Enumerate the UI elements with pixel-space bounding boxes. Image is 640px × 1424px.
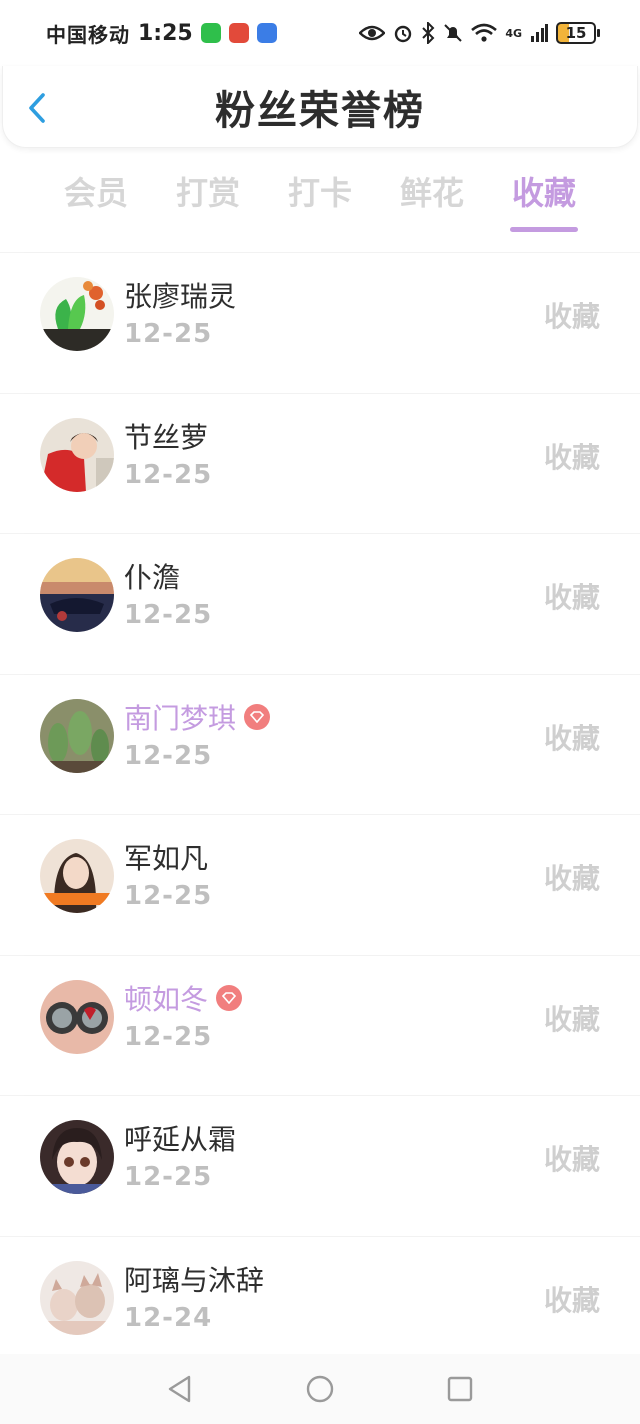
list-item[interactable]: 节丝萝 12-25 收藏 — [0, 392, 640, 534]
nav-home-button[interactable] — [305, 1374, 335, 1404]
circle-home-icon — [306, 1375, 334, 1403]
status-bar: 中国移动 1:25 4G 15 — [0, 0, 640, 66]
fan-name: 呼延从霜 — [124, 1118, 236, 1158]
diamond-icon — [222, 991, 237, 1004]
fan-name: 军如凡 — [124, 837, 208, 877]
fan-date: 12-25 — [124, 740, 213, 771]
fan-name: 仆澹 — [124, 556, 180, 596]
action-label: 收藏 — [543, 721, 600, 755]
avatar[interactable] — [40, 417, 114, 492]
fan-date: 12-24 — [124, 1302, 213, 1333]
fan-name-text: 呼延从霜 — [124, 1123, 237, 1156]
action-label: 收藏 — [543, 300, 600, 333]
tab-checkin[interactable]: 打卡 — [264, 168, 376, 234]
list-item[interactable]: 张廖瑞灵 12-25 收藏 — [0, 252, 640, 393]
system-nav-bar — [0, 1354, 640, 1424]
back-arrow-icon[interactable] — [25, 92, 49, 124]
mute-icon — [444, 24, 463, 42]
status-left: 中国移动 1:25 — [46, 19, 277, 48]
nav-back-button[interactable] — [165, 1374, 195, 1404]
wifi-icon — [471, 23, 498, 42]
fan-name-text: 仆澹 — [124, 561, 181, 594]
fan-list: 张廖瑞灵 12-25 收藏 节丝萝 12-25 收藏 仆澹 12-25 收藏 南… — [0, 252, 640, 1376]
avatar[interactable] — [40, 839, 114, 913]
fan-date: 12-25 — [124, 459, 213, 490]
list-item[interactable]: 呼延从霜 12-25 收藏 — [0, 1095, 640, 1236]
action-label: 收藏 — [543, 440, 600, 474]
page-header: 粉丝荣誉榜 — [2, 66, 638, 148]
fan-name: 张廖瑞灵 — [124, 275, 236, 315]
action-label: 收藏 — [543, 581, 600, 614]
battery-indicator: 15 — [556, 22, 600, 44]
fan-date: 12-25 — [124, 1021, 213, 1052]
nav-recents-button[interactable] — [445, 1374, 475, 1404]
clock: 1:25 — [138, 20, 193, 46]
wechat-icon — [200, 23, 221, 43]
voice-app-icon — [256, 23, 277, 43]
tab-flowers[interactable]: 鲜花 — [376, 168, 488, 234]
avatar[interactable] — [40, 1260, 114, 1335]
avatar[interactable] — [40, 558, 114, 632]
tab-members[interactable]: 会员 — [40, 168, 152, 234]
action-label: 收藏 — [543, 1143, 600, 1176]
fan-name-text: 军如凡 — [124, 842, 209, 875]
avatar[interactable] — [40, 698, 114, 773]
vip-diamond-icon — [244, 703, 271, 730]
avatar[interactable] — [40, 277, 114, 351]
diamond-icon — [250, 710, 265, 723]
action-label: 收藏 — [543, 1002, 600, 1036]
fan-name: 顿如冬 — [124, 978, 243, 1018]
list-item[interactable]: 顿如冬 12-25 收藏 — [0, 954, 640, 1096]
fan-name-text: 南门梦琪 — [124, 701, 237, 735]
fan-name-text: 节丝萝 — [124, 420, 209, 454]
list-item[interactable]: 仆澹 12-25 收藏 — [0, 533, 640, 674]
action-label: 收藏 — [543, 1283, 600, 1317]
status-right: 4G 15 — [359, 22, 600, 44]
list-item[interactable]: 南门梦琪 12-25 收藏 — [0, 673, 640, 815]
fan-date: 12-25 — [124, 600, 213, 630]
square-recents-icon — [447, 1376, 473, 1402]
fan-date: 12-25 — [124, 881, 213, 911]
tab-rewards[interactable]: 打赏 — [152, 168, 264, 234]
fan-name-text: 顿如冬 — [124, 982, 209, 1016]
action-label: 收藏 — [543, 862, 600, 895]
alarm-icon — [395, 25, 412, 43]
eye-icon — [359, 25, 386, 41]
fan-name: 南门梦琪 — [124, 697, 271, 737]
fan-date: 12-25 — [124, 319, 213, 349]
tab-favorites[interactable]: 收藏 — [488, 168, 600, 234]
carrier-label: 中国移动 — [46, 22, 130, 47]
signal-icon — [531, 24, 548, 42]
fan-date: 12-25 — [124, 1162, 213, 1192]
avatar[interactable] — [40, 979, 114, 1054]
fan-name: 阿璃与沐辞 — [124, 1259, 264, 1299]
vip-diamond-icon — [216, 984, 243, 1011]
page-title: 粉丝荣誉榜 — [215, 87, 425, 134]
list-item[interactable]: 军如凡 12-25 收藏 — [0, 814, 640, 955]
avatar[interactable] — [40, 1120, 114, 1194]
category-tabs: 会员 打赏 打卡 鲜花 收藏 — [40, 168, 600, 234]
fan-name-text: 张廖瑞灵 — [124, 280, 237, 313]
fan-name-text: 阿璃与沐辞 — [124, 1263, 265, 1297]
fan-name: 节丝萝 — [124, 416, 208, 456]
network-type-label: 4G — [505, 26, 522, 40]
triangle-back-icon — [168, 1375, 191, 1403]
bluetooth-icon — [422, 22, 435, 44]
app-red-icon — [228, 23, 249, 43]
